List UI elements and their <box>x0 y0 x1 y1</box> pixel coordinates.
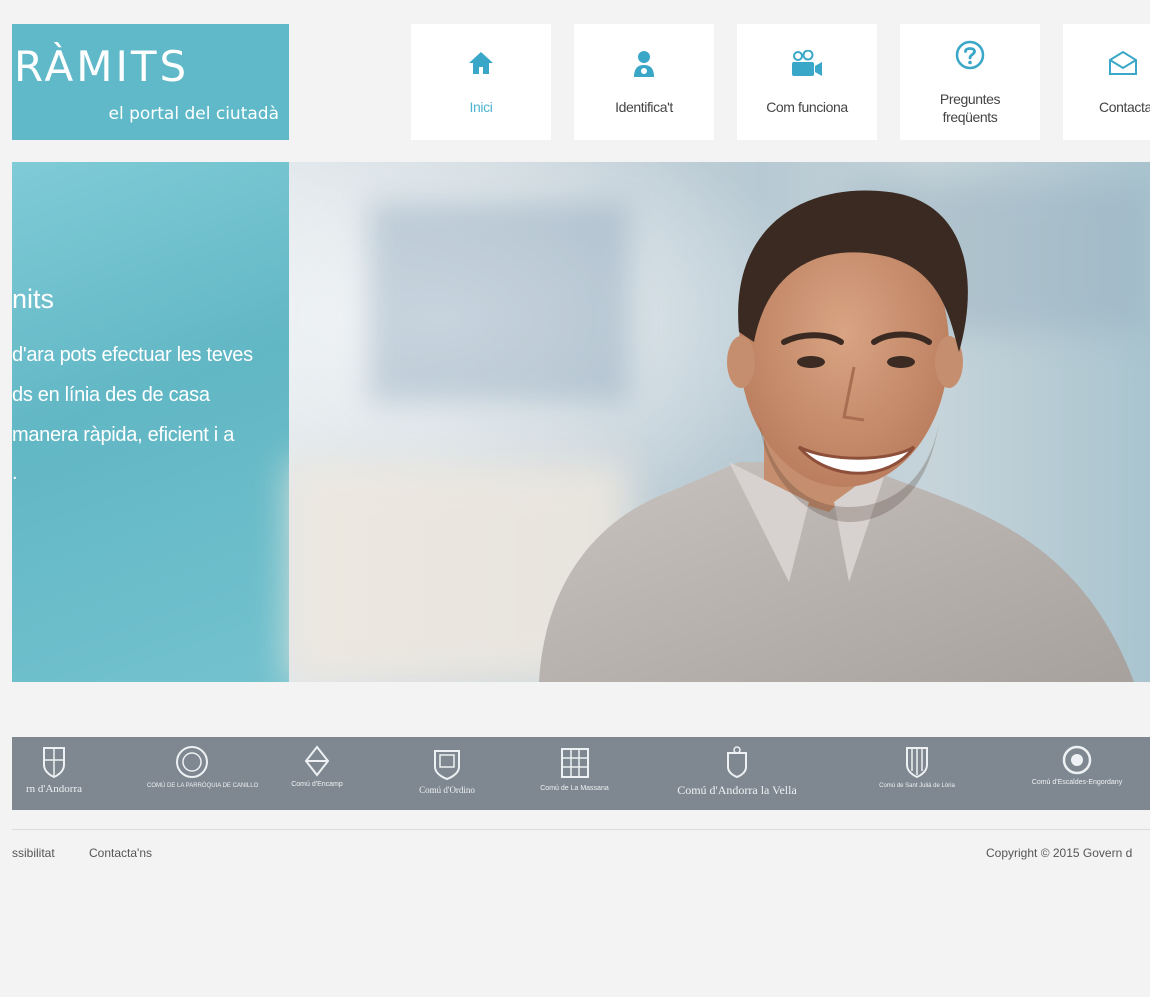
partner-logos-bar: rn d'Andorra COMÚ DE LA PARRÒQUIA DE CAN… <box>12 737 1150 810</box>
coat-of-arms-icon <box>43 747 65 779</box>
shield-icon <box>560 748 589 778</box>
logo-brand-text: RÀMITS <box>14 42 190 91</box>
logo-caption: Comú d'Encamp <box>291 781 343 788</box>
hero-text-line: manera ràpida, eficient i a <box>12 424 235 446</box>
logo-comu-encamp[interactable]: Comú d'Encamp <box>277 745 357 788</box>
nav-item-label-line2: freqüents <box>942 109 998 125</box>
logo-comu-canillo[interactable]: COMÚ DE LA PARRÒQUIA DE CANILLO <box>147 745 259 789</box>
user-icon <box>574 50 714 84</box>
logo-caption: Comú d'Ordino <box>419 785 475 795</box>
hero-text-line: d'ara pots efectuar les teves <box>12 344 253 366</box>
logo-tagline: el portal del ciutadà <box>108 104 280 124</box>
hero-banner: nits d'ara pots efectuar les teves ds en… <box>12 162 1150 682</box>
logo-comu-escaldes[interactable]: Comú d'Escaldes-Engordany <box>1022 745 1132 786</box>
logo-caption: Comú d'Andorra la Vella <box>677 783 797 797</box>
shield-icon <box>434 750 460 781</box>
nav-item-label-line1: Preguntes <box>939 91 1001 107</box>
seal-icon <box>176 746 208 778</box>
hero-text-line: . <box>12 462 18 484</box>
question-icon <box>900 40 1040 74</box>
logo-caption: COMÚ DE LA PARRÒQUIA DE CANILLO <box>147 783 259 789</box>
nav-item-identify[interactable]: Identifica't <box>574 24 714 140</box>
logo-caption: Comú de La Massana <box>540 785 609 792</box>
hero-photo <box>289 162 1150 682</box>
nav-item-label: Identifica't <box>615 99 673 115</box>
video-camera-icon <box>737 50 877 84</box>
hero-title: nits <box>12 284 55 314</box>
nav-item-label: Contacta <box>1099 99 1150 115</box>
nav-item-faq[interactable]: Preguntes freqüents <box>900 24 1040 140</box>
nav-item-contact[interactable]: Contacta <box>1063 24 1150 140</box>
home-icon <box>411 50 551 84</box>
shield-icon <box>304 745 330 777</box>
logo-govern-andorra[interactable]: rn d'Andorra <box>14 745 94 795</box>
smiling-man-illustration <box>539 190 1134 682</box>
logo-comu-la-massana[interactable]: Comú de La Massana <box>532 745 617 792</box>
footer-link-accessibility[interactable]: ssibilitat <box>12 846 55 860</box>
shield-icon <box>906 747 928 779</box>
nav-item-home[interactable]: Inici <box>411 24 551 140</box>
footer-copyright: Copyright © 2015 Govern d <box>986 846 1133 860</box>
shield-icon <box>727 746 747 779</box>
nav-item-label: Inici <box>469 99 493 115</box>
nav-item-label: Preguntes freqüents <box>900 90 1040 126</box>
logo-caption: rn d'Andorra <box>25 783 83 795</box>
logo-comu-sant-julia[interactable]: Comú de Sant Julià de Lòria <box>867 745 967 789</box>
footer-link-contact[interactable]: Contacta'ns <box>89 846 152 860</box>
envelope-icon <box>1063 50 1150 84</box>
nav-item-how-it-works[interactable]: Com funciona <box>737 24 877 140</box>
logo-comu-ordino[interactable]: Comú d'Ordino <box>407 745 487 795</box>
logo-caption: Comú d'Escaldes-Engordany <box>1031 779 1123 786</box>
nav-item-label: Com funciona <box>766 99 848 115</box>
seal-icon <box>1062 745 1092 775</box>
logo-comu-andorra-la-vella[interactable]: Comú d'Andorra la Vella <box>662 745 812 798</box>
logo-caption: Comú de Sant Julià de Lòria <box>879 783 955 789</box>
site-logo[interactable]: RÀMITS el portal del ciutadà <box>12 24 289 140</box>
hero-text-line: ds en línia des de casa <box>12 384 210 406</box>
hero-text-panel: nits d'ara pots efectuar les teves ds en… <box>12 162 289 682</box>
footer-divider <box>12 829 1150 830</box>
